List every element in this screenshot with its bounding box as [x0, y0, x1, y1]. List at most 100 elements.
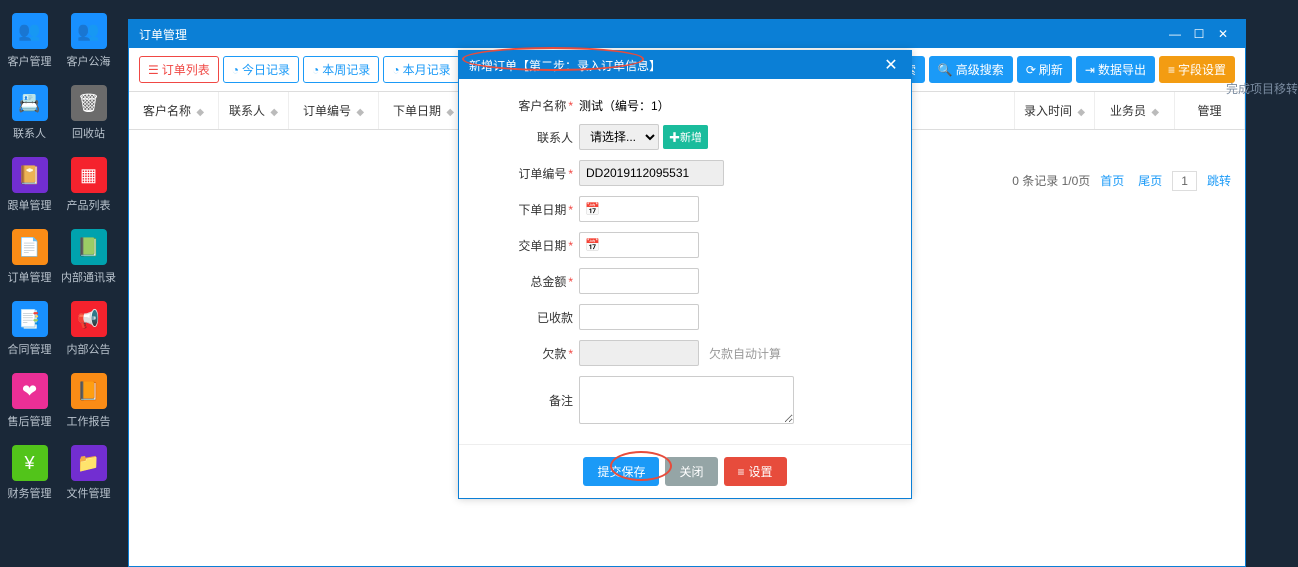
sidebar-icon: 📄 [12, 229, 48, 265]
sidebar-item[interactable]: 🗑 回收站 [59, 77, 118, 149]
minimize-button[interactable]: — [1163, 27, 1187, 41]
paid-amount-input[interactable] [579, 304, 699, 330]
background-text: 完成项目移转 [1226, 80, 1298, 97]
owed-amount-field [579, 340, 699, 366]
left-sidebar: 👥客户管理👥客户公海📇联系人🗑回收站📔跟单管理▦产品列表📄订单管理📗内部通讯录📑… [0, 0, 118, 567]
sidebar-icon: 📔 [12, 157, 48, 193]
sidebar-label: 订单管理 [8, 269, 52, 285]
sidebar-icon: 📢 [71, 301, 107, 337]
sidebar-label: 回收站 [72, 125, 105, 141]
search-icon: 🔍 [938, 63, 953, 77]
sidebar-icon: 📑 [12, 301, 48, 337]
column-header[interactable]: 业务员 [1095, 92, 1175, 129]
sidebar-item[interactable]: ▦ 产品列表 [59, 149, 118, 221]
clock-icon: ◔ [312, 63, 319, 77]
column-header[interactable]: 录入时间 [1015, 92, 1095, 129]
sidebar-label: 联系人 [13, 125, 46, 141]
pager-last[interactable]: 尾页 [1134, 170, 1166, 191]
orderno-field [579, 160, 724, 186]
contact-select[interactable]: 请选择... [579, 124, 659, 150]
modal-body: 客户名称*测试（编号：1） 联系人请选择...✚新增 订单编号* 下单日期* 交… [459, 79, 911, 444]
list-icon: ☰ [148, 63, 159, 77]
pager-first[interactable]: 首页 [1096, 170, 1128, 191]
add-contact-button[interactable]: ✚新增 [663, 125, 708, 149]
column-header[interactable]: 下单日期 [379, 92, 469, 129]
pager-jump[interactable]: 跳转 [1203, 170, 1235, 191]
sidebar-item[interactable]: 👥 客户公海 [59, 5, 118, 77]
sidebar-label: 客户管理 [8, 53, 52, 69]
sidebar-item[interactable]: 📄 订单管理 [0, 221, 59, 293]
adv-search-button[interactable]: 🔍高级搜索 [929, 56, 1013, 83]
pager-info: 0 条记录 1/0页 [1012, 172, 1090, 189]
window-titlebar: 订单管理 — ☐ ✕ [129, 20, 1245, 48]
sidebar-item[interactable]: 📇 联系人 [0, 77, 59, 149]
week-button[interactable]: ◔本周记录 [303, 56, 379, 83]
column-header[interactable]: 订单编号 [289, 92, 379, 129]
refresh-button[interactable]: ⟳刷新 [1017, 56, 1072, 83]
sidebar-label: 产品列表 [67, 197, 111, 213]
export-button[interactable]: ⇥数据导出 [1076, 56, 1155, 83]
plus-icon: ✚ [669, 132, 680, 144]
total-amount-input[interactable] [579, 268, 699, 294]
sidebar-item[interactable]: ¥ 财务管理 [0, 437, 59, 509]
pager: 0 条记录 1/0页 首页 尾页 1 跳转 [1012, 170, 1235, 191]
sidebar-icon: 📇 [12, 85, 48, 121]
sidebar-item[interactable]: 📑 合同管理 [0, 293, 59, 365]
sidebar-label: 内部通讯录 [61, 269, 116, 285]
month-button[interactable]: ◔本月记录 [383, 56, 459, 83]
sidebar-icon: 👥 [71, 13, 107, 49]
sidebar-icon: 📁 [71, 445, 107, 481]
modal-close-button[interactable]: ✕ [881, 55, 901, 75]
calendar-icon [585, 238, 600, 252]
today-button[interactable]: ◔今日记录 [223, 56, 299, 83]
sidebar-label: 工作报告 [67, 413, 111, 429]
cancel-button[interactable]: 关闭 [665, 457, 717, 486]
new-order-modal: 新增订单【第二步：录入订单信息】 ✕ 客户名称*测试（编号：1） 联系人请选择.… [458, 50, 912, 499]
refresh-icon: ⟳ [1026, 63, 1036, 77]
sidebar-label: 内部公告 [67, 341, 111, 357]
modal-title: 新增订单【第二步：录入订单信息】 [469, 57, 881, 74]
sidebar-item[interactable]: 📔 跟单管理 [0, 149, 59, 221]
fields-button[interactable]: ≡字段设置 [1159, 56, 1235, 83]
column-header[interactable]: 客户名称 [129, 92, 219, 129]
column-header[interactable]: 联系人 [219, 92, 289, 129]
sidebar-icon: 👥 [12, 13, 48, 49]
clock-icon: ◔ [232, 63, 239, 77]
remark-textarea[interactable] [579, 376, 794, 424]
sidebar-icon: 📗 [71, 229, 107, 265]
sidebar-item[interactable]: 📢 内部公告 [59, 293, 118, 365]
modal-footer: 提交保存 关闭 ≡设置 [459, 444, 911, 498]
modal-titlebar: 新增订单【第二步：录入订单信息】 ✕ [459, 51, 911, 79]
sidebar-label: 客户公海 [67, 53, 111, 69]
sidebar-item[interactable]: 📙 工作报告 [59, 365, 118, 437]
sidebar-icon: 📙 [71, 373, 107, 409]
submit-button[interactable]: 提交保存 [583, 457, 659, 486]
sidebar-item[interactable]: ❤ 售后管理 [0, 365, 59, 437]
settings-button[interactable]: ≡设置 [724, 457, 787, 486]
column-header[interactable]: 管理 [1175, 92, 1245, 129]
sidebar-label: 文件管理 [67, 485, 111, 501]
sidebar-item[interactable]: 📁 文件管理 [59, 437, 118, 509]
sidebar-label: 售后管理 [8, 413, 52, 429]
customer-value: 测试（编号：1） [579, 97, 670, 114]
sidebar-icon: ❤ [12, 373, 48, 409]
sidebar-item[interactable]: 📗 内部通讯录 [59, 221, 118, 293]
sidebar-label: 财务管理 [8, 485, 52, 501]
close-button[interactable]: ✕ [1211, 27, 1235, 41]
sidebar-item[interactable]: 👥 客户管理 [0, 5, 59, 77]
calendar-icon [585, 202, 600, 216]
sidebar-icon: 🗑 [71, 85, 107, 121]
window-title: 订单管理 [139, 26, 1163, 43]
owed-hint: 欠款自动计算 [709, 345, 781, 362]
order-list-button[interactable]: ☰订单列表 [139, 56, 219, 83]
list-icon: ≡ [738, 465, 745, 479]
maximize-button[interactable]: ☐ [1187, 27, 1211, 41]
export-icon: ⇥ [1085, 63, 1095, 77]
clock-icon: ◔ [392, 63, 399, 77]
sidebar-label: 跟单管理 [8, 197, 52, 213]
sidebar-icon: ▦ [71, 157, 107, 193]
sidebar-icon: ¥ [12, 445, 48, 481]
settings-icon: ≡ [1168, 63, 1175, 77]
pager-page-input[interactable]: 1 [1172, 171, 1197, 191]
sidebar-label: 合同管理 [8, 341, 52, 357]
